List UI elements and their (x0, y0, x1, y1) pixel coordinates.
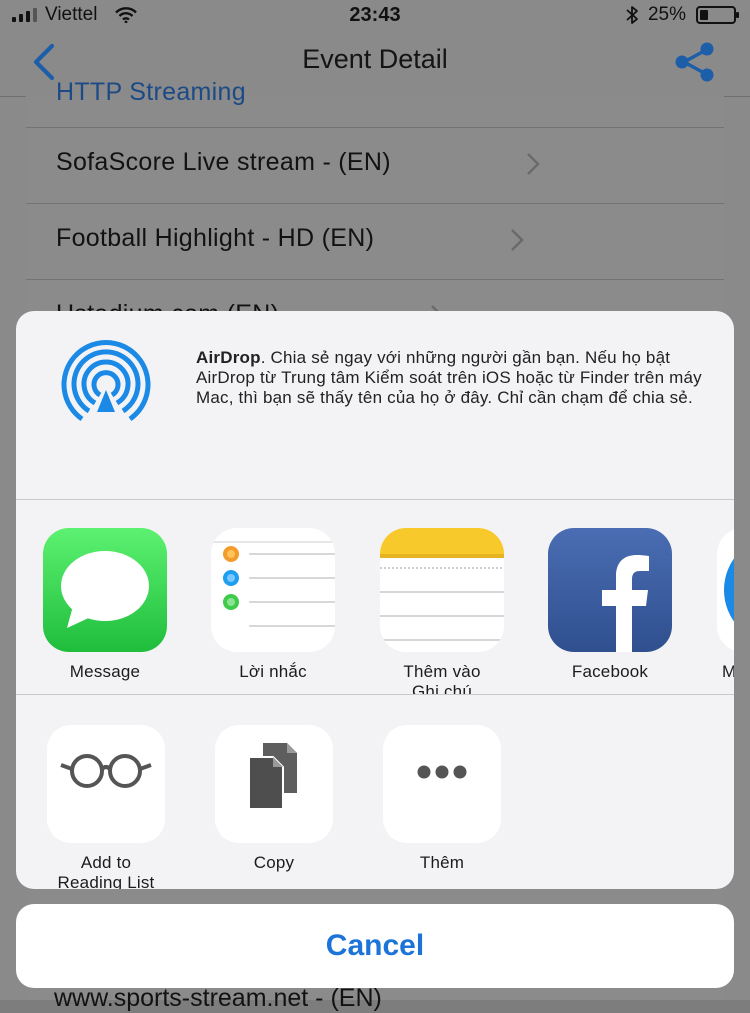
action-add-to-reading-list[interactable]: Add to Reading List (31, 725, 181, 889)
action-label: Add to Reading List (57, 853, 155, 889)
list-item-label: Football Highlight - HD (EN) (56, 224, 375, 252)
list-item-partial-bottom: www.sports-stream.net - (EN) (54, 984, 382, 1012)
status-bar: Viettel 23:43 25% (0, 0, 750, 30)
messenger-icon (717, 528, 734, 652)
action-label: Copy (253, 853, 295, 872)
glasses-icon (47, 725, 165, 843)
chevron-right-icon (511, 229, 524, 251)
airdrop-description: AirDrop. Chia sẻ ngay với những người gầ… (196, 348, 716, 408)
share-icon[interactable] (672, 40, 716, 84)
list-item-label: SofaScore Live stream - (EN) (56, 148, 391, 176)
list-item[interactable]: Football Highlight - HD (EN) (26, 203, 724, 280)
share-actions-row: Add to Reading List Copy Thêm (16, 695, 734, 889)
reminders-icon (211, 528, 335, 652)
messages-icon (43, 528, 167, 652)
airdrop-section[interactable]: AirDrop. Chia sẻ ngay với những người gầ… (16, 311, 734, 500)
more-icon (383, 725, 501, 843)
list-item-label: HTTP Streaming (56, 78, 246, 106)
cancel-button[interactable]: Cancel (16, 904, 734, 988)
battery-fill (700, 10, 708, 20)
share-app-label: Thêm vào Ghi chú (403, 662, 481, 695)
action-more[interactable]: Thêm (367, 725, 517, 873)
share-app-facebook[interactable]: Facebook (535, 528, 685, 682)
battery-icon (696, 6, 739, 24)
share-app-reminders[interactable]: Lời nhắc (198, 528, 348, 682)
facebook-icon (548, 528, 672, 652)
share-app-messages[interactable]: Message (30, 528, 180, 682)
copy-icon (215, 725, 333, 843)
airdrop-body: . Chia sẻ ngay với những người gần bạn. … (196, 348, 702, 407)
share-app-label: Facebook (571, 662, 649, 681)
bluetooth-icon (626, 6, 638, 24)
status-right-group: 25% (626, 4, 739, 26)
share-app-label: Message (69, 662, 141, 681)
battery-percent: 25% (647, 4, 686, 25)
list-item[interactable]: SofaScore Live stream - (EN) (26, 127, 724, 204)
action-label: Thêm (419, 853, 465, 872)
share-app-notes[interactable]: Thêm vào Ghi chú (367, 528, 517, 695)
share-app-messenger[interactable]: M (704, 528, 734, 682)
action-copy[interactable]: Copy (199, 725, 349, 873)
share-app-label: M (704, 662, 734, 682)
share-apps-row: Message Lời nhắc Thêm vào Ghi chú Facebo… (16, 500, 734, 695)
page-title: Event Detail (302, 44, 448, 74)
chevron-right-icon (527, 153, 540, 175)
airdrop-title: AirDrop (196, 348, 261, 367)
list-item-partial-top[interactable]: HTTP Streaming (26, 78, 724, 127)
notes-icon (380, 528, 504, 652)
share-app-label: Lời nhắc (239, 662, 307, 681)
airdrop-icon (61, 340, 151, 422)
share-sheet: AirDrop. Chia sẻ ngay với những người gầ… (16, 311, 734, 889)
